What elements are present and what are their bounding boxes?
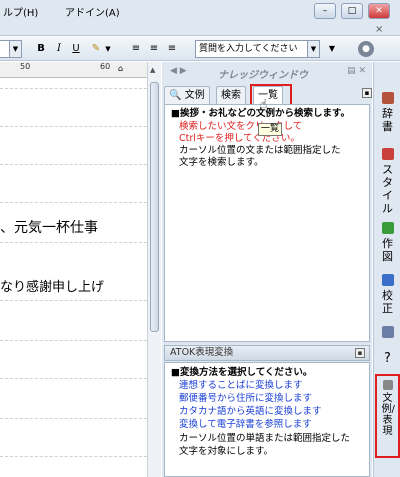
sidebar-item-phrase[interactable]: 文例/表現 (375, 374, 400, 458)
sidebar-label: 辞書 (382, 107, 393, 133)
highlight-icon[interactable]: ✎ (88, 41, 104, 57)
formatting-toolbar: ▼ B I U ✎ ▼ ≡ ≡ ≡ 質問を入力してください ▼ ▼ ● (0, 37, 400, 61)
menu-addins[interactable]: アドイン(A) (62, 2, 123, 21)
knowledge-window: ◀ ▶ ナレッジウィンドウ ▤ ✕ 🔍 文例 検索 一覧 ▪ ■挨拶・お礼などの… (162, 62, 372, 477)
italic-button[interactable]: I (52, 41, 66, 57)
tab-search[interactable]: 検索 (216, 86, 246, 104)
atok-option-link[interactable]: カタカナ語から英語に変換します (179, 406, 322, 418)
sidebar-item-dictionary[interactable]: 辞書 (374, 92, 400, 133)
atok-option-link[interactable]: 郵便番号から住所に変換します (179, 393, 312, 405)
proofread-icon (381, 274, 394, 286)
chevron-down-icon: ▼ (307, 41, 319, 57)
doc-gridline (0, 340, 147, 341)
sidebar-label: 校正 (382, 289, 393, 315)
tab-phrase-label: 文例 (184, 90, 205, 101)
ruler-mark-60: 60 (100, 62, 111, 71)
atok-pane: ■変換方法を選択してください。 連想することばに変換します 郵便番号から住所に変… (164, 362, 370, 477)
sidebar-item-document[interactable] (374, 326, 400, 341)
document-icon (381, 326, 394, 338)
align-right-icon[interactable]: ≡ (165, 41, 179, 57)
indent-marker-icon[interactable]: ⌂ (118, 64, 123, 73)
ruler: 50 60 ⌂ (0, 62, 150, 78)
instruction-line: カーソル位置の文または範囲指定した (179, 145, 341, 156)
sidebar-label: スタイル (382, 163, 393, 215)
tooltip: 一覧 (258, 123, 283, 136)
minimize-button[interactable]: – (314, 3, 336, 19)
doc-gridline (0, 88, 147, 89)
doc-gridline (0, 202, 147, 203)
align-left-icon[interactable]: ≡ (129, 41, 143, 57)
menu-help[interactable]: ルプ(H) (0, 2, 41, 21)
align-center-icon[interactable]: ≡ (147, 41, 161, 57)
document-area[interactable]: 、元気一杯仕事 なり感謝申し上げ (0, 78, 147, 477)
doc-gridline (0, 126, 147, 127)
atok-note: 文字を対象にします。 (179, 446, 274, 457)
chevron-down-icon[interactable]: ▼ (104, 41, 112, 57)
bold-button[interactable]: B (34, 41, 48, 57)
sidebar-item-drawing[interactable]: 作図 (374, 222, 400, 263)
scrollbar-thumb[interactable] (150, 82, 159, 332)
sidebar-label: 作図 (382, 237, 393, 263)
doc-gridline (0, 378, 147, 379)
question-input-placeholder: 質問を入力してください (199, 44, 298, 54)
tab-highlight-box (250, 84, 292, 106)
atok-title: ATOK表現変換 (170, 347, 234, 358)
style-icon (381, 148, 394, 160)
window-menu-icon[interactable]: ▤ ✕ (347, 66, 366, 76)
doc-gridline (0, 456, 147, 457)
pane-close-icon[interactable]: ▪ (362, 88, 372, 98)
instruction-line: 文字を検索します。 (179, 157, 264, 168)
tab-phrase[interactable]: 🔍 文例 (164, 86, 210, 104)
atok-note: カーソル位置の単語または範囲指定した (179, 433, 351, 444)
dropdown-arrow-icon[interactable]: ▼ (327, 41, 337, 57)
maximize-button[interactable]: □ (341, 3, 363, 19)
ruler-mark-50: 50 (20, 62, 31, 71)
instruction-line: 検索したい文をクリックして (179, 121, 303, 132)
underline-button[interactable]: U (69, 41, 83, 57)
phrase-icon (382, 380, 393, 390)
pane-close-icon[interactable]: ▪ (355, 348, 365, 358)
document-close-button[interactable]: × (375, 24, 383, 35)
doc-text-line: 、元気一杯仕事 (0, 220, 98, 236)
doc-gridline (0, 418, 147, 419)
dictionary-icon (381, 92, 394, 104)
sidebar-item-help[interactable]: ? (374, 352, 400, 365)
vertical-scrollbar[interactable]: ▲ (147, 62, 161, 477)
doc-gridline (0, 242, 147, 243)
doc-gridline (0, 300, 147, 301)
style-combo[interactable]: ▼ (0, 40, 22, 58)
sidebar-item-style[interactable]: スタイル (374, 148, 400, 215)
atok-heading: ■変換方法を選択してください。 (171, 367, 313, 378)
close-window-button[interactable]: ✕ (368, 3, 390, 19)
sidebar-item-proofread[interactable]: 校正 (374, 274, 400, 315)
menu-bar: ルプ(H) アドイン(A) – □ ✕ × (0, 0, 400, 36)
atok-option-link[interactable]: 変換して電子辞書を参照します (179, 419, 312, 431)
knowledge-window-title: ナレッジウィンドウ (218, 70, 308, 81)
nav-arrows-icon[interactable]: ◀ ▶ (170, 66, 187, 76)
doc-gridline (0, 164, 147, 165)
knowledge-window-header: ◀ ▶ ナレッジウィンドウ ▤ ✕ (162, 62, 372, 84)
hand-cursor-icon: ☝ (260, 97, 268, 111)
right-sidebar: 辞書 スタイル 作図 校正 ? 文例/表現 (373, 62, 400, 477)
atok-header: ATOK表現変換 ▪ (164, 345, 370, 361)
question-input[interactable]: 質問を入力してください ▼ (195, 40, 320, 58)
search-icon: 🔍 (169, 90, 182, 101)
scroll-up-icon[interactable]: ▲ (150, 66, 155, 74)
atok-option-link[interactable]: 連想することばに変換します (179, 380, 303, 392)
sidebar-label: 文例/表現 (381, 393, 395, 437)
doc-text-line: なり感謝申し上げ (0, 280, 105, 295)
chevron-down-icon: ▼ (9, 41, 21, 57)
options-button[interactable]: ● (358, 41, 374, 57)
phrase-search-pane: ■挨拶・お礼などの文例から検索します。 検索したい文をクリックして Ctrlキー… (164, 104, 370, 342)
drawing-icon (381, 222, 394, 234)
help-icon: ? (384, 351, 391, 366)
